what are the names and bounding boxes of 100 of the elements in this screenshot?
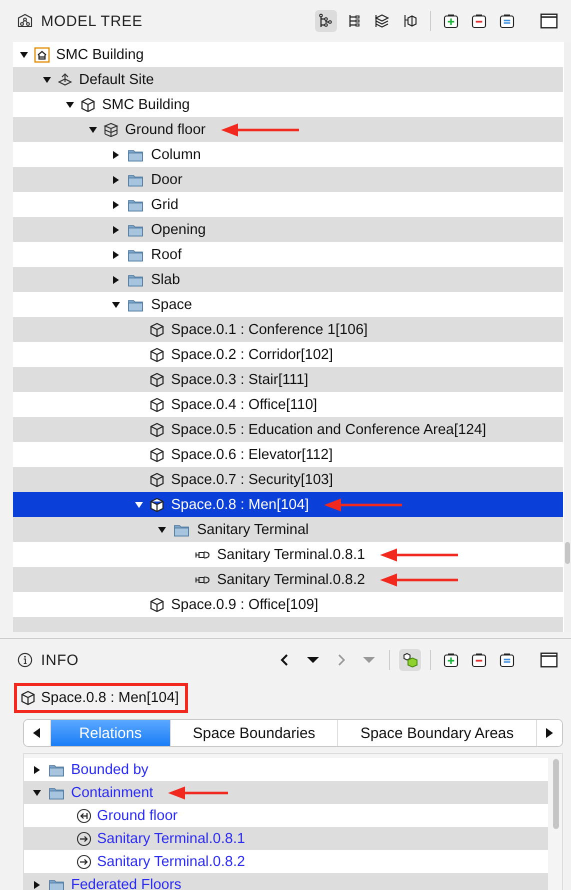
maximize-icon [540,651,558,669]
cube-icon [149,446,165,462]
floor-icon [103,122,119,138]
tree-item[interactable]: Roof [13,242,563,267]
expanded-triangle-icon[interactable] [19,50,29,60]
view-mode-button[interactable] [315,10,337,32]
cube-icon [80,96,96,112]
tree-item-label: Space.0.4 : Office[110] [170,396,318,412]
tree-item-label: Sanitary Terminal.0.8.2 [216,572,366,588]
cube-icon [149,472,165,488]
tree-item-label: Space.0.6 : Elevator[112] [170,446,333,462]
tree-item-label: Space [150,296,192,312]
tree-item-label: SMC Building [101,96,190,112]
tree-item-label: Slab [150,272,180,288]
tree-item[interactable]: SMC Building [13,92,563,117]
tree-item[interactable]: Space.0.4 : Office[110] [13,392,563,417]
tree-item-label: Space.0.5 : Education and Conference Area[124] [170,422,486,438]
add-bag-icon [443,13,459,29]
collapsed-triangle-icon[interactable] [111,250,121,260]
relation-item[interactable]: Containment [24,781,548,804]
relation-link[interactable]: Sanitary Terminal.0.8.2 [97,854,246,870]
tree-item[interactable]: Opening [13,217,563,242]
cube-icon [149,322,165,338]
site-icon [57,72,73,88]
expanded-triangle-icon[interactable] [157,524,167,534]
tree-item-label: Space.0.1 : Conference 1[106] [170,322,368,338]
tree-item[interactable]: Slab [13,267,563,292]
collapsed-triangle-icon[interactable] [111,200,121,210]
selected-element-title: Space.0.8 : Men[104] [41,690,179,706]
collapsed-triangle-icon[interactable] [32,764,42,774]
tree-item-label: Column [150,146,201,162]
tree-item[interactable]: Door [13,167,563,192]
relation-link[interactable]: Bounded by [71,762,148,778]
relation-link[interactable]: Federated Floors [71,876,182,890]
tree-item[interactable]: Sanitary Terminal [13,517,563,542]
tree-item[interactable]: Space.0.8 : Men[104] [13,492,563,517]
remove-bag-icon [471,652,487,668]
tree-item[interactable]: Space.0.1 : Conference 1[106] [13,317,563,342]
tree-item[interactable]: Default Site [13,67,563,92]
scrollbar-thumb[interactable] [553,759,559,829]
link-selection-button[interactable] [399,649,421,671]
relation-link[interactable]: Ground floor [97,808,178,824]
tree-item-label: Door [150,172,182,188]
tree-item-label: Ground floor [124,122,206,138]
tree-item[interactable]: Sanitary Terminal.0.8.1 [13,542,563,567]
spatial-tree-icon [402,13,418,29]
layers-icon [374,13,390,29]
expanded-triangle-icon[interactable] [111,300,121,310]
expanded-triangle-icon[interactable] [134,500,144,510]
tree-item[interactable]: Space.0.7 : Security[103] [13,467,563,492]
scroll-right-button[interactable] [536,720,562,746]
tree-item[interactable]: SMC Building [13,42,563,67]
tree-item[interactable]: Space.0.3 : Stair[111] [13,367,563,392]
collapsed-triangle-icon[interactable] [111,150,121,160]
collapsed-triangle-icon[interactable] [32,880,42,890]
tree-item[interactable]: Sanitary Terminal.0.8.2 [13,567,563,592]
tree-item-label: Default Site [78,72,154,88]
expanded-triangle-icon[interactable] [32,788,42,798]
cube-icon [20,690,36,706]
scrollbar-thumb[interactable] [565,542,570,564]
cubes-icon [402,652,418,668]
panel-title: INFO [41,652,79,668]
expanded-triangle-icon[interactable] [65,100,75,110]
tree-item-label: Space.0.2 : Corridor[102] [170,346,334,362]
tree-item[interactable]: Space [13,292,563,317]
cube-icon [149,496,165,512]
relation-item[interactable]: Bounded by [24,758,548,781]
collapsed-triangle-icon[interactable] [111,274,121,284]
tree-item[interactable]: Ground floor [13,117,563,142]
tree-item-label: Space.0.7 : Security[103] [170,472,334,488]
cube-icon [149,346,165,362]
tree-item-label: Space.0.9 : Office[109] [170,596,318,612]
relation-item[interactable]: Federated Floors [24,873,548,890]
expanded-triangle-icon[interactable] [42,74,52,84]
collapsed-triangle-icon[interactable] [111,224,121,234]
tree-item-label: Sanitary Terminal [196,522,309,538]
relation-item[interactable]: Sanitary Terminal.0.8.2 [24,850,548,873]
tree-item-label: Grid [150,196,178,212]
relation-item[interactable]: Sanitary Terminal.0.8.1 [24,827,548,850]
tree-item[interactable]: Space.0.6 : Elevator[112] [13,442,563,467]
tree-item-label: Space.0.8 : Men[104] [170,496,309,512]
tree-item-label: Opening [150,222,206,238]
tree-item[interactable]: Column [13,142,563,167]
relation-link[interactable]: Containment [71,784,154,800]
relation-item[interactable]: Ground floor [24,804,548,827]
tree-item-label: Sanitary Terminal.0.8.1 [216,546,366,562]
equal-bag-icon [499,13,515,29]
tree-item[interactable]: Space.0.2 : Corridor[102] [13,342,563,367]
remove-bag-icon [471,13,487,29]
cube-icon [149,396,165,412]
tree-item-label: Roof [150,246,182,262]
relation-link[interactable]: Sanitary Terminal.0.8.1 [97,830,246,846]
tree-item[interactable]: Grid [13,192,563,217]
add-bag-icon [443,652,459,668]
info-icon [17,652,33,668]
expanded-triangle-icon[interactable] [88,124,98,134]
tree-item[interactable]: Space.0.9 : Office[109] [13,592,563,617]
collapsed-triangle-icon[interactable] [111,174,121,184]
hierarchy-icon [318,13,334,29]
tree-item[interactable]: Space.0.5 : Education and Conference Area[124] [13,417,563,442]
